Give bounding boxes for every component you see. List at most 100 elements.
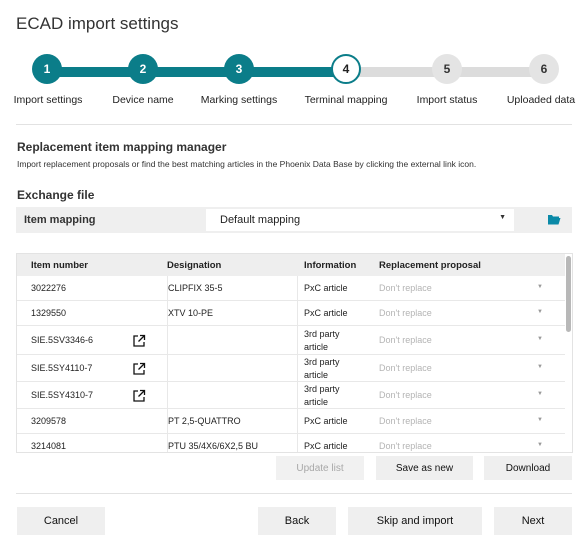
step-3-label: Marking settings <box>200 94 278 106</box>
replacement-proposal-select[interactable]: Don't replace ▼ <box>369 382 557 408</box>
step-5-circle: 5 <box>432 54 462 84</box>
cell-item-number: SIE.5SV3346-6 <box>31 335 94 345</box>
column-separator <box>167 382 168 408</box>
replacement-proposal-select[interactable]: Don't replace ▼ <box>369 355 557 381</box>
column-separator <box>297 276 298 300</box>
folder-open-icon[interactable] <box>547 213 561 225</box>
item-mapping-label: Item mapping <box>24 214 96 226</box>
header-information[interactable]: Information <box>304 260 356 271</box>
step-3-circle[interactable]: 3 <box>224 54 254 84</box>
caret-down-icon: ▼ <box>537 336 543 342</box>
item-mapping-value: Default mapping <box>220 214 301 226</box>
replacement-proposal-select[interactable]: Don't replace ▼ <box>369 434 557 452</box>
header-designation[interactable]: Designation <box>167 260 221 271</box>
update-list-button[interactable]: Update list <box>276 456 364 480</box>
replacement-proposal-select[interactable]: Don't replace ▼ <box>369 326 557 354</box>
caret-down-icon: ▼ <box>537 391 543 397</box>
caret-down-icon: ▼ <box>537 284 543 290</box>
external-link-icon[interactable] <box>132 334 146 348</box>
step-4-circle[interactable]: 4 <box>331 54 361 84</box>
table-header: Item number Designation Information Repl… <box>17 254 565 276</box>
cell-item-number: SIE.5SY4110-7 <box>31 363 93 373</box>
cell-designation: XTV 10-PE <box>168 308 214 318</box>
step-5-label: Import status <box>416 94 478 106</box>
cell-information: 3rd party article <box>304 328 340 354</box>
external-link-icon[interactable] <box>132 362 146 376</box>
replacement-proposal-value: Don't replace <box>379 283 432 293</box>
cell-item-number: SIE.5SY4310-7 <box>31 390 94 400</box>
replacement-proposal-value: Don't replace <box>379 308 432 318</box>
step-2-label: Device name <box>112 94 174 106</box>
cell-information: PxC article <box>304 308 348 318</box>
column-separator <box>297 382 298 408</box>
column-separator <box>297 355 298 381</box>
column-separator <box>167 326 168 354</box>
section-title: Replacement item mapping manager <box>17 140 227 154</box>
step-4-label: Terminal mapping <box>304 94 388 106</box>
save-as-new-button[interactable]: Save as new <box>376 456 473 480</box>
cell-designation: CLIPFIX 35-5 <box>168 283 223 293</box>
column-separator <box>297 301 298 325</box>
divider-bottom <box>16 493 572 494</box>
cell-information: PxC article <box>304 441 348 451</box>
cell-information-line2: article <box>304 397 329 407</box>
cell-designation: PTU 35/4X6/6X2,5 BU <box>168 441 259 451</box>
cell-information-line2: article <box>304 342 329 352</box>
cell-information: 3rd party article <box>304 356 340 382</box>
cell-information: PxC article <box>304 283 348 293</box>
next-button[interactable]: Next <box>494 507 572 535</box>
table-row[interactable]: 3209578 PT 2,5-QUATTRO PxC article Don't re… <box>17 409 565 434</box>
section-description: Import replacement proposals or find the… <box>17 159 477 169</box>
divider-top <box>16 124 572 125</box>
table-row[interactable]: 3022276 CLIPFIX 35-5 PxC article Don't repl… <box>17 276 565 301</box>
cell-information-line1: 3rd party <box>304 384 340 394</box>
cell-information: PxC article <box>304 416 348 426</box>
download-button[interactable]: Download <box>484 456 572 480</box>
cell-information-line1: 3rd party <box>304 329 340 339</box>
column-separator <box>297 326 298 354</box>
cancel-button[interactable]: Cancel <box>17 507 105 535</box>
table-scrollbar[interactable] <box>566 256 571 452</box>
replacement-proposal-select[interactable]: Don't replace ▼ <box>369 301 557 325</box>
stepper-progress-done <box>47 67 346 77</box>
cell-item-number: 1329550 <box>31 308 67 318</box>
table-row[interactable]: SIE.5SV3346-6 3rd party article Don't repla… <box>17 326 565 355</box>
cell-information-line2: article <box>304 370 329 380</box>
header-item-number[interactable]: Item number <box>31 260 88 271</box>
caret-down-icon: ▼ <box>537 442 543 448</box>
table-row[interactable]: SIE.5SY4310-7 3rd party article Don't repla… <box>17 382 565 409</box>
replacement-table: Item number Designation Information Repl… <box>16 253 573 453</box>
replacement-proposal-value: Don't replace <box>379 441 432 451</box>
replacement-proposal-value: Don't replace <box>379 416 432 426</box>
cell-item-number: 3022276 <box>31 283 67 293</box>
step-2-circle[interactable]: 2 <box>128 54 158 84</box>
cell-item-number: 3214081 <box>31 441 67 451</box>
table-row[interactable]: SIE.5SY4110-7 3rd party article Don't repla… <box>17 355 565 382</box>
dialog-title: ECAD import settings <box>16 14 179 33</box>
table-row[interactable]: 1329550 XTV 10-PE PxC article Don't replace… <box>17 301 565 326</box>
table-row[interactable]: 3214081 PTU 35/4X6/6X2,5 BU PxC article Don… <box>17 434 565 452</box>
back-button[interactable]: Back <box>258 507 336 535</box>
cell-information-line1: 3rd party <box>304 357 340 367</box>
column-separator <box>297 409 298 433</box>
header-replacement-proposal[interactable]: Replacement proposal <box>379 260 481 271</box>
cell-item-number: 3209578 <box>31 416 67 426</box>
import-stepper: 1 2 3 4 5 6 Import settings Device name … <box>0 54 586 110</box>
caret-down-icon: ▼ <box>537 364 543 370</box>
skip-and-import-button[interactable]: Skip and import <box>348 507 482 535</box>
replacement-proposal-select[interactable]: Don't replace ▼ <box>369 409 557 433</box>
column-separator <box>297 434 298 452</box>
replacement-proposal-value: Don't replace <box>379 335 432 345</box>
step-1-label: Import settings <box>13 94 83 106</box>
item-mapping-bar: Item mapping Default mapping ▼ <box>16 207 572 233</box>
item-mapping-select[interactable]: Default mapping ▼ <box>206 209 514 231</box>
external-link-icon[interactable] <box>132 389 146 403</box>
cell-designation: PT 2,5-QUATTRO <box>168 416 241 426</box>
exchange-file-title: Exchange file <box>17 188 95 202</box>
replacement-proposal-value: Don't replace <box>379 363 432 373</box>
column-separator <box>167 355 168 381</box>
scrollbar-thumb[interactable] <box>566 256 571 332</box>
step-6-label: Uploaded data <box>506 94 576 106</box>
replacement-proposal-select[interactable]: Don't replace ▼ <box>369 276 557 300</box>
step-1-circle[interactable]: 1 <box>32 54 62 84</box>
